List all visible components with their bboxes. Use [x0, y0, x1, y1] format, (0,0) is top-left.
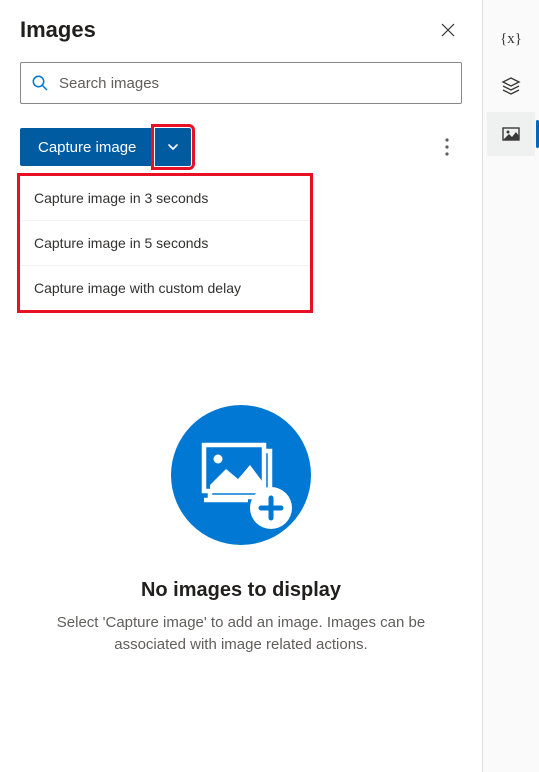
layers-icon — [500, 75, 522, 97]
empty-state: No images to display Select 'Capture ima… — [0, 400, 482, 656]
capture-dropdown-menu: Capture image in 3 seconds Capture image… — [20, 176, 310, 310]
rail-item-layers[interactable] — [487, 64, 535, 108]
variables-icon: {x} — [500, 27, 522, 49]
toolbar: Capture image — [20, 128, 462, 166]
search-input[interactable] — [59, 75, 451, 92]
close-icon — [441, 23, 455, 37]
empty-state-icon — [166, 400, 316, 555]
image-icon — [500, 123, 522, 145]
right-rail: {x} — [483, 0, 539, 772]
close-button[interactable] — [434, 16, 462, 44]
dropdown-item-5s[interactable]: Capture image in 5 seconds — [20, 221, 310, 266]
svg-text:{x}: {x} — [500, 31, 522, 47]
search-field[interactable] — [20, 62, 462, 104]
empty-state-title: No images to display — [141, 579, 341, 602]
more-options-button[interactable] — [432, 132, 462, 162]
empty-state-description: Select 'Capture image' to add an image. … — [40, 612, 442, 656]
images-panel: Images Capture image Capture image in 3 … — [0, 0, 483, 772]
panel-header: Images — [20, 16, 462, 44]
chevron-down-icon — [166, 140, 180, 154]
more-vertical-icon — [445, 138, 449, 156]
dropdown-item-custom[interactable]: Capture image with custom delay — [20, 266, 310, 310]
dropdown-item-3s[interactable]: Capture image in 3 seconds — [20, 176, 310, 221]
capture-split-button: Capture image — [20, 128, 191, 166]
capture-button[interactable]: Capture image — [20, 128, 154, 166]
capture-dropdown-toggle[interactable] — [155, 128, 191, 166]
rail-item-images[interactable] — [487, 112, 535, 156]
search-icon — [31, 74, 49, 92]
rail-item-variables[interactable]: {x} — [487, 16, 535, 60]
panel-title: Images — [20, 17, 96, 43]
